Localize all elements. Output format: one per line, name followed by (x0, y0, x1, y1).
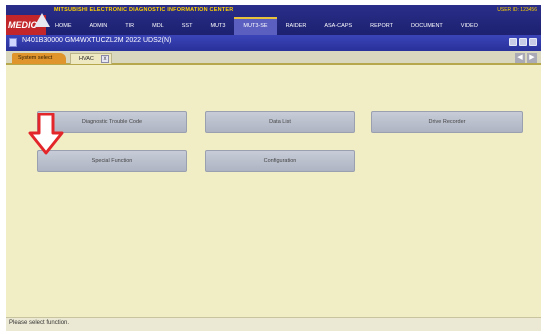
nav-asa-caps[interactable]: ASA-CAPS (315, 17, 361, 35)
nav-tir[interactable]: TIR (116, 17, 143, 35)
maximize-button[interactable] (519, 38, 527, 46)
tab-hvac[interactable]: HVAC x (70, 53, 112, 64)
tab-close-icon[interactable]: x (101, 55, 109, 63)
banner-title: MITSUBISHI ELECTRONIC DIAGNOSTIC INFORMA… (54, 7, 234, 13)
monitor-screen: MEDIC MITSUBISHI ELECTRONIC DIAGNOSTIC I… (6, 5, 541, 331)
tab-hvac-label: HVAC (79, 56, 94, 62)
top-banner: MEDIC MITSUBISHI ELECTRONIC DIAGNOSTIC I… (6, 5, 541, 35)
function-panel: Diagnostic Trouble Code Data List Drive … (6, 67, 541, 317)
nav-document[interactable]: DOCUMENT (402, 17, 452, 35)
scroll-left-icon[interactable]: ◀ (515, 53, 525, 63)
close-window-button[interactable] (529, 38, 537, 46)
nav-mut3[interactable]: MUT3 (201, 17, 234, 35)
nav-home[interactable]: HOME (46, 17, 81, 35)
user-id-label: USER ID: 123456 (497, 7, 537, 13)
data-list-button[interactable]: Data List (205, 111, 355, 133)
tab-system-select[interactable]: System select (12, 53, 66, 64)
nav-report[interactable]: REPORT (361, 17, 402, 35)
window-title: N401B30000 GM4WXTUCZL2M 2022 UDS2(N) (22, 37, 172, 44)
nav-raider[interactable]: RAIDER (277, 17, 316, 35)
nav-mdl[interactable]: MDL (143, 17, 173, 35)
main-nav: HOME ADMIN TIR MDL SST MUT3 MUT3-SE RAID… (46, 17, 487, 35)
tab-strip: System select HVAC x ◀ ▶ (6, 51, 541, 65)
nav-mut3-se[interactable]: MUT3-SE (234, 17, 277, 35)
status-text: Please select function. (9, 320, 70, 326)
status-bar: Please select function. (6, 317, 541, 331)
nav-admin[interactable]: ADMIN (81, 17, 117, 35)
minimize-button[interactable] (509, 38, 517, 46)
window-icon (9, 38, 17, 47)
nav-sst[interactable]: SST (173, 17, 202, 35)
window-title-bar: N401B30000 GM4WXTUCZL2M 2022 UDS2(N) (6, 35, 541, 51)
red-arrow-icon (28, 113, 64, 155)
nav-video[interactable]: VIDEO (452, 17, 487, 35)
drive-recorder-button[interactable]: Drive Recorder (371, 111, 523, 133)
configuration-button[interactable]: Configuration (205, 150, 355, 172)
scroll-right-icon[interactable]: ▶ (527, 53, 537, 63)
